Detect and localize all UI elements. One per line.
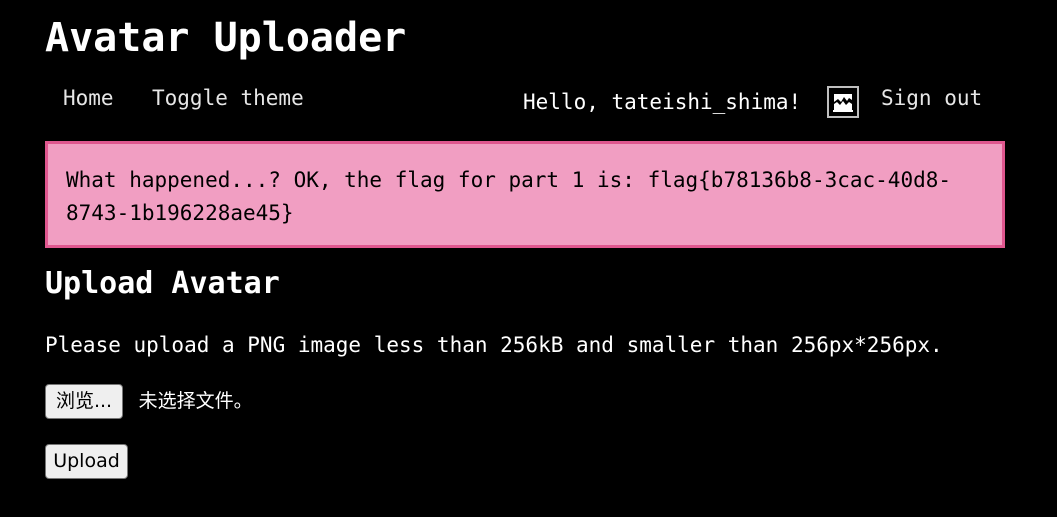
alert-message: What happened...? OK, the flag for part … xyxy=(66,168,952,225)
browse-button[interactable]: 浏览... xyxy=(45,384,123,419)
upload-row: Upload xyxy=(45,444,128,479)
file-picker: 浏览... 未选择文件。 xyxy=(45,384,253,420)
flag-alert: What happened...? OK, the flag for part … xyxy=(45,141,1005,248)
upload-instructions: Please upload a PNG image less than 256k… xyxy=(45,333,943,357)
file-status-label: 未选择文件。 xyxy=(138,390,253,412)
nav-home-link[interactable]: Home xyxy=(63,86,114,110)
nav-sign-out-link[interactable]: Sign out xyxy=(881,86,982,110)
user-greeting: Hello, tateishi_shima! xyxy=(523,90,802,114)
top-nav: Home Toggle theme Hello, tateishi_shima!… xyxy=(45,84,1005,124)
upload-button[interactable]: Upload xyxy=(45,444,128,479)
user-avatar-icon xyxy=(827,86,859,118)
upload-heading: Upload Avatar xyxy=(45,266,280,301)
nav-toggle-theme-link[interactable]: Toggle theme xyxy=(152,86,304,110)
site-title: Avatar Uploader xyxy=(45,15,407,61)
avatar-image-icon xyxy=(831,90,855,114)
